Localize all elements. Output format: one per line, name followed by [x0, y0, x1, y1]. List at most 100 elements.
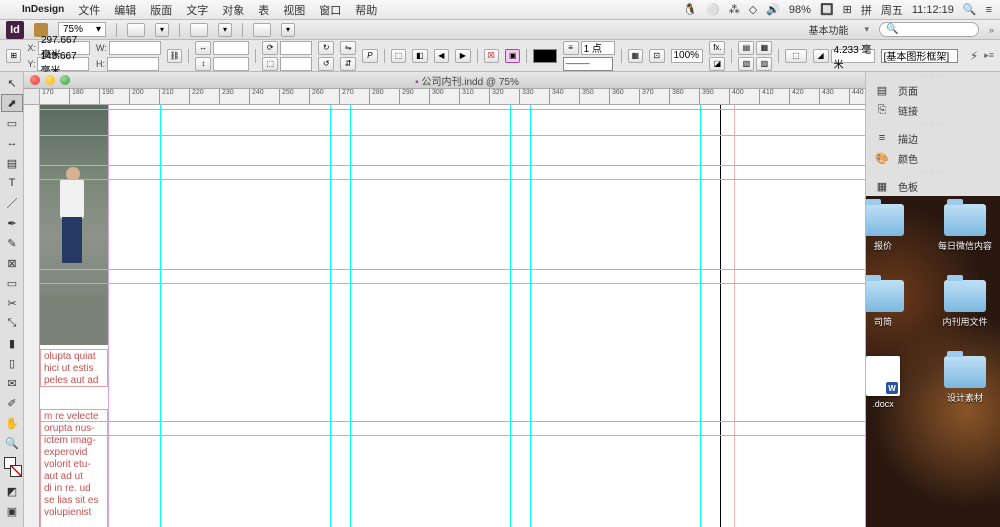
rotate-input[interactable] — [280, 41, 312, 55]
desktop-file[interactable]: .docx — [866, 356, 906, 409]
flip-h-icon[interactable]: ⇋ — [340, 41, 356, 55]
note-tool[interactable]: ✉ — [1, 374, 23, 392]
battery-percent[interactable]: 98% — [789, 4, 811, 16]
panel-grip-icon[interactable]: :::::: — [866, 120, 1000, 128]
direct-selection-tool[interactable]: ⬈ — [1, 94, 23, 112]
constrain-icon[interactable]: ⛓ — [167, 49, 182, 63]
wrap-shape-icon[interactable]: ▧ — [738, 57, 754, 71]
grid-icon[interactable]: ⊞ — [843, 3, 852, 16]
fill-stroke-swap[interactable] — [1, 454, 23, 480]
menu-edit[interactable]: 编辑 — [114, 2, 136, 18]
panel-stroke[interactable]: ≡描边 — [866, 128, 1000, 148]
view-dropdown-icon[interactable]: ▾ — [155, 23, 169, 37]
arrange-icon[interactable] — [253, 23, 271, 37]
apply-color-icon[interactable]: ◩ — [1, 482, 23, 500]
document-canvas[interactable]: 1701801902002102202302402502602702802903… — [24, 89, 865, 527]
text-frame[interactable]: olupta quiat hici ut estis peles aut ad — [40, 349, 108, 387]
zoom-window-icon[interactable] — [60, 75, 70, 85]
auto-fit-icon[interactable]: ▦ — [628, 49, 643, 63]
desktop-folder[interactable]: 每日微信内容 — [942, 204, 988, 252]
wrap-jump-icon[interactable]: ▨ — [756, 57, 772, 71]
shear-input[interactable] — [280, 57, 312, 71]
hand-tool[interactable]: ✋ — [1, 414, 23, 432]
collapse-icon[interactable]: » — [989, 25, 994, 35]
menu-help[interactable]: 帮助 — [355, 2, 377, 18]
select-content-icon[interactable]: ◧ — [412, 49, 427, 63]
battery-icon[interactable]: 🔲 — [820, 3, 834, 16]
selection-tool[interactable]: ↖ — [1, 74, 23, 92]
opacity-input[interactable]: 100% — [671, 49, 704, 63]
w-input[interactable] — [109, 41, 161, 55]
type-tool[interactable]: T — [1, 174, 23, 192]
select-next-icon[interactable]: ▶ — [455, 49, 470, 63]
select-container-icon[interactable]: ⬚ — [391, 49, 406, 63]
reference-point-icon[interactable]: ⊞ — [6, 49, 21, 63]
stroke-swatch-icon[interactable]: ▣ — [505, 49, 520, 63]
rotate-ccw-icon[interactable]: ↺ — [318, 57, 334, 71]
wrap-none-icon[interactable]: ▤ — [738, 41, 754, 55]
rectangle-frame-tool[interactable]: ⊠ — [1, 254, 23, 272]
panel-color[interactable]: 🎨颜色 — [866, 148, 1000, 168]
ruler-origin[interactable] — [24, 89, 40, 105]
p-icon[interactable]: P — [362, 49, 377, 63]
scale-y-input[interactable] — [213, 57, 249, 71]
free-transform-tool[interactable]: ⤡ — [1, 314, 23, 332]
scissors-tool[interactable]: ✂ — [1, 294, 23, 312]
menu-view[interactable]: 视图 — [283, 2, 305, 18]
y-input[interactable]: 145.667 毫米 — [37, 57, 89, 71]
ime-indicator[interactable]: 拼 — [861, 2, 872, 18]
spotlight-icon[interactable]: 🔍 — [963, 3, 977, 16]
screen-mode-icon[interactable] — [190, 23, 208, 37]
desktop-folder[interactable]: 内刊用文件 — [942, 280, 988, 328]
pencil-tool[interactable]: ✎ — [1, 234, 23, 252]
fill-none-icon[interactable]: ☒ — [484, 49, 499, 63]
day-label[interactable]: 周五 — [881, 2, 903, 18]
gradient-feather-tool[interactable]: ▯ — [1, 354, 23, 372]
close-window-icon[interactable] — [30, 75, 40, 85]
h-input[interactable] — [107, 57, 159, 71]
stroke-color-swatch[interactable] — [533, 49, 556, 63]
menu-object[interactable]: 对象 — [222, 2, 244, 18]
panel-links[interactable]: ⎘链接 — [866, 100, 1000, 120]
content-collector-tool[interactable]: ▤ — [1, 154, 23, 172]
pen-tool[interactable]: ✒ — [1, 214, 23, 232]
placed-image[interactable] — [40, 105, 108, 345]
scale-x-input[interactable] — [213, 41, 249, 55]
fx-icon[interactable]: fx. — [709, 41, 725, 55]
desktop-folder[interactable]: 设计素材 — [942, 356, 988, 404]
bt-icon[interactable]: ⁂ — [729, 3, 740, 16]
line-tool[interactable]: ／ — [1, 194, 23, 212]
stroke-style-dropdown[interactable]: ——— — [563, 57, 613, 71]
menu-window[interactable]: 窗口 — [319, 2, 341, 18]
corner-options-icon[interactable]: ⬚ — [785, 49, 806, 63]
app-name[interactable]: InDesign — [22, 4, 64, 15]
vertical-ruler[interactable] — [24, 105, 40, 527]
time-label[interactable]: 11:12:19 — [912, 4, 954, 16]
panel-grip-icon[interactable]: :::::: — [866, 168, 1000, 176]
minimize-window-icon[interactable] — [45, 75, 55, 85]
drop-shadow-icon[interactable]: ◪ — [709, 57, 725, 71]
wrap-bbox-icon[interactable]: ▦ — [756, 41, 772, 55]
panel-swatches[interactable]: ▦色板 — [866, 176, 1000, 196]
workspace-switcher[interactable]: 基本功能 — [802, 22, 854, 37]
menu-file[interactable]: 文件 — [78, 2, 100, 18]
notification-icon[interactable]: ≡ — [986, 4, 992, 16]
gap-tool[interactable]: ↔ — [1, 134, 23, 152]
rotate-cw-icon[interactable]: ↻ — [318, 41, 334, 55]
menu-type[interactable]: 文字 — [186, 2, 208, 18]
arrange-dropdown-icon[interactable]: ▾ — [281, 23, 295, 37]
screen-mode-dropdown-icon[interactable]: ▾ — [218, 23, 232, 37]
search-input[interactable]: 🔍 — [879, 22, 979, 37]
workspace-chevron-icon[interactable]: ▾ — [864, 24, 869, 35]
eyedropper-tool[interactable]: ✐ — [1, 394, 23, 412]
page-spread[interactable]: olupta quiat hici ut estis peles aut ad … — [40, 105, 865, 527]
desktop-folder[interactable]: 司简 — [866, 280, 906, 328]
stroke-weight-input[interactable]: 1 点 — [581, 41, 615, 55]
bluetooth-icon[interactable]: ⚪ — [706, 3, 720, 16]
flip-v-icon[interactable]: ⇵ — [340, 57, 356, 71]
qq-icon[interactable]: 🐧 — [683, 3, 697, 16]
volume-icon[interactable]: 🔊 — [766, 3, 780, 16]
panel-pages[interactable]: ▤页面 — [866, 80, 1000, 100]
quick-apply-icon[interactable]: ⚡︎ — [970, 49, 978, 63]
corner-size-input[interactable]: 4.233 毫米 — [831, 49, 875, 63]
